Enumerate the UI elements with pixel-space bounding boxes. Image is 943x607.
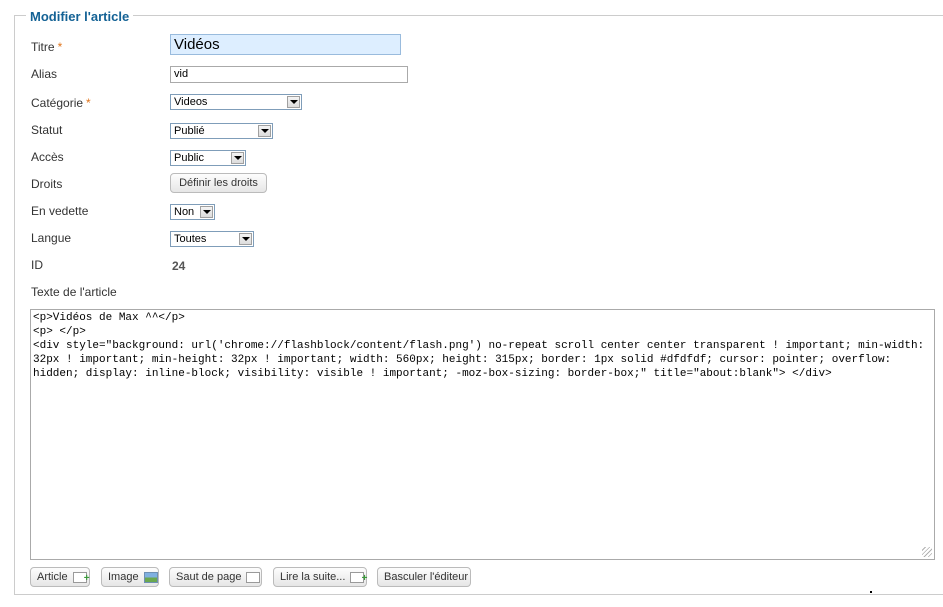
access-value: Public bbox=[174, 152, 204, 164]
featured-label: En vedette bbox=[31, 204, 89, 218]
page-break-icon bbox=[246, 571, 261, 583]
chevron-down-icon[interactable] bbox=[258, 125, 271, 137]
page-break-label: Saut de page bbox=[176, 571, 242, 583]
alias-label: Alias bbox=[31, 67, 58, 81]
insert-article-label: Article bbox=[37, 571, 68, 583]
status-select[interactable]: Publié bbox=[170, 123, 273, 139]
category-select[interactable]: Videos bbox=[170, 94, 302, 110]
language-value: Toutes bbox=[174, 233, 207, 245]
rights-label: Droits bbox=[31, 177, 63, 191]
required-mark: * bbox=[57, 40, 63, 54]
status-label: Statut bbox=[31, 123, 63, 137]
resize-grip-icon[interactable] bbox=[922, 547, 932, 557]
article-text-label: Texte de l'article bbox=[31, 285, 117, 299]
language-label: Langue bbox=[31, 231, 72, 245]
id-label: ID bbox=[31, 258, 43, 272]
featured-value: Non bbox=[174, 206, 195, 218]
access-select[interactable]: Public bbox=[170, 150, 246, 166]
category-label: Catégorie * bbox=[31, 96, 91, 110]
chevron-down-icon[interactable] bbox=[287, 96, 300, 108]
fieldset-legend: Modifier l'article bbox=[26, 9, 134, 24]
title-input[interactable]: Vidéos bbox=[170, 34, 401, 55]
access-label: Accès bbox=[31, 150, 64, 164]
language-select[interactable]: Toutes bbox=[170, 231, 254, 247]
required-mark: * bbox=[86, 96, 91, 110]
read-more-button[interactable]: Lire la suite... bbox=[273, 567, 367, 588]
insert-image-button[interactable]: Image bbox=[101, 567, 159, 587]
read-more-add-icon bbox=[350, 570, 367, 588]
read-more-label: Lire la suite... bbox=[280, 571, 346, 583]
set-rights-button[interactable]: Définir les droits bbox=[170, 173, 267, 193]
status-value: Publié bbox=[174, 125, 205, 137]
chevron-down-icon[interactable] bbox=[200, 206, 213, 218]
toggle-editor-button[interactable]: Basculer l'éditeur bbox=[377, 567, 471, 587]
id-value: 24 bbox=[172, 259, 186, 273]
article-add-icon bbox=[72, 570, 90, 588]
image-icon bbox=[143, 571, 158, 583]
stray-dot bbox=[870, 591, 872, 593]
insert-image-label: Image bbox=[108, 571, 139, 583]
featured-select[interactable]: Non bbox=[170, 204, 215, 220]
page-break-button[interactable]: Saut de page bbox=[169, 567, 262, 587]
chevron-down-icon[interactable] bbox=[231, 152, 244, 164]
insert-article-button[interactable]: Article bbox=[30, 567, 90, 588]
article-text-editor[interactable]: <p>Vidéos de Max ^^</p> <p> </p> <div st… bbox=[30, 309, 935, 560]
category-value: Videos bbox=[174, 96, 208, 108]
alias-input[interactable]: vid bbox=[170, 66, 408, 83]
title-label: Titre * bbox=[31, 40, 63, 54]
chevron-down-icon[interactable] bbox=[239, 233, 252, 245]
